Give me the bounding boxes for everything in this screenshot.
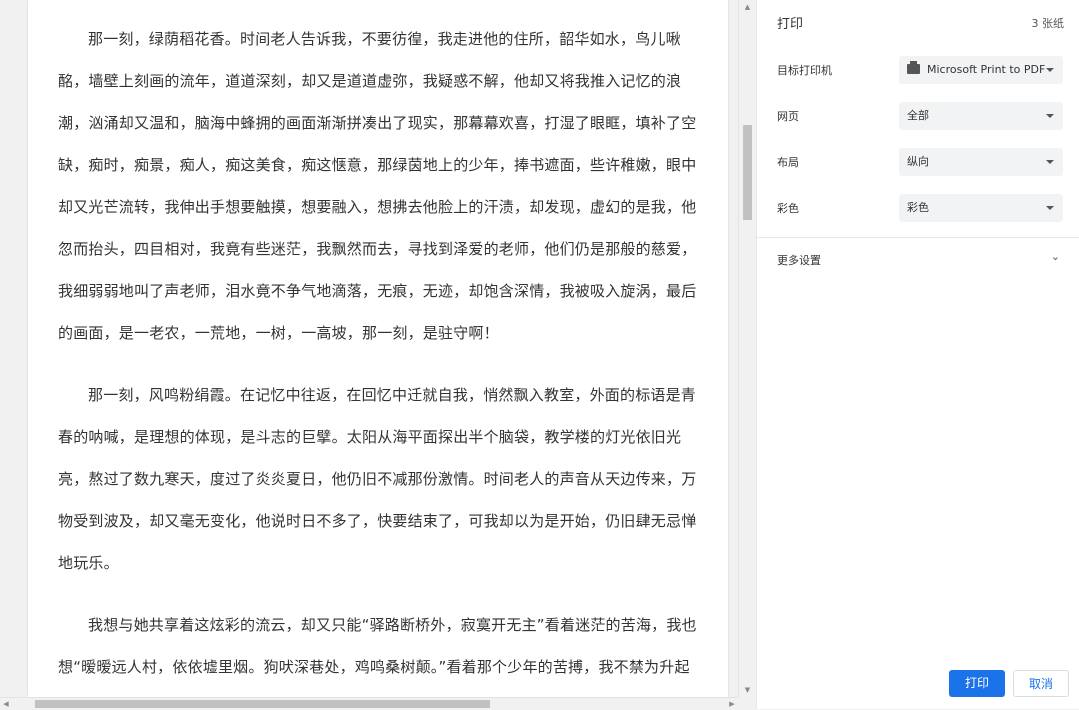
paragraph-3: 我想与她共享着这炫彩的流云，却又只能“驿路断桥外，寂寞开无主”看着迷茫的苦海，我… xyxy=(58,616,697,676)
layout-label: 布局 xyxy=(777,156,799,169)
dropdown-arrow-icon xyxy=(1046,206,1054,210)
dropdown-arrow-icon xyxy=(1046,114,1054,118)
pages-label: 网页 xyxy=(777,110,799,123)
dropdown-arrow-icon xyxy=(1046,160,1054,164)
layout-value: 纵向 xyxy=(907,155,929,168)
pages-value: 全部 xyxy=(907,109,929,122)
layout-select[interactable]: 纵向 xyxy=(899,148,1063,176)
scroll-up-icon[interactable]: ▲ xyxy=(739,0,756,14)
more-settings-toggle[interactable]: 更多设置 xyxy=(777,252,821,268)
print-preview-area: 那一刻，绿荫稻花香。时间老人告诉我，不要彷徨，我走进他的住所，韶华如水，鸟儿啾酩… xyxy=(0,0,738,697)
pages-select[interactable]: 全部 xyxy=(899,102,1063,130)
print-settings-panel: 打印 3 张纸 目标打印机 Microsoft Print to PDF 网页 … xyxy=(756,0,1079,709)
paragraph-1: 那一刻，绿荫稻花香。时间老人告诉我，不要彷徨，我走进他的住所，韶华如水，鸟儿啾酩… xyxy=(58,30,697,342)
preview-page: 那一刻，绿荫稻花香。时间老人告诉我，不要彷徨，我走进他的住所，韶华如水，鸟儿啾酩… xyxy=(28,0,728,697)
color-label: 彩色 xyxy=(777,202,799,215)
panel-title: 打印 xyxy=(777,17,804,32)
vertical-scrollbar[interactable]: ▲ ▼ xyxy=(738,0,756,697)
cancel-button[interactable]: 取消 xyxy=(1013,670,1069,697)
dropdown-arrow-icon xyxy=(1046,68,1054,72)
destination-label: 目标打印机 xyxy=(777,64,832,77)
vertical-scroll-thumb[interactable] xyxy=(743,125,752,220)
panel-divider xyxy=(757,237,1079,238)
chevron-down-icon[interactable]: ⌄ xyxy=(1051,250,1060,263)
scroll-left-icon[interactable]: ◀ xyxy=(0,698,12,710)
destination-select[interactable]: Microsoft Print to PDF xyxy=(899,56,1063,84)
printer-icon xyxy=(907,61,920,74)
color-value: 彩色 xyxy=(907,201,929,214)
horizontal-scrollbar[interactable]: ◀ ▶ xyxy=(0,697,738,710)
document-text: 那一刻，绿荫稻花香。时间老人告诉我，不要彷徨，我走进他的住所，韶华如水，鸟儿啾酩… xyxy=(58,18,698,688)
horizontal-scroll-thumb[interactable] xyxy=(35,700,490,708)
sheet-count: 3 张纸 xyxy=(1031,17,1065,30)
paragraph-2: 那一刻，风鸣粉绢霞。在记忆中往返，在回忆中迁就自我，悄然飘入教室，外面的标语是青… xyxy=(58,386,697,572)
color-select[interactable]: 彩色 xyxy=(899,194,1063,222)
print-button[interactable]: 打印 xyxy=(949,670,1005,697)
scroll-down-icon[interactable]: ▼ xyxy=(739,683,756,697)
scroll-right-icon[interactable]: ▶ xyxy=(726,698,738,710)
destination-value: Microsoft Print to PDF xyxy=(927,63,1046,76)
